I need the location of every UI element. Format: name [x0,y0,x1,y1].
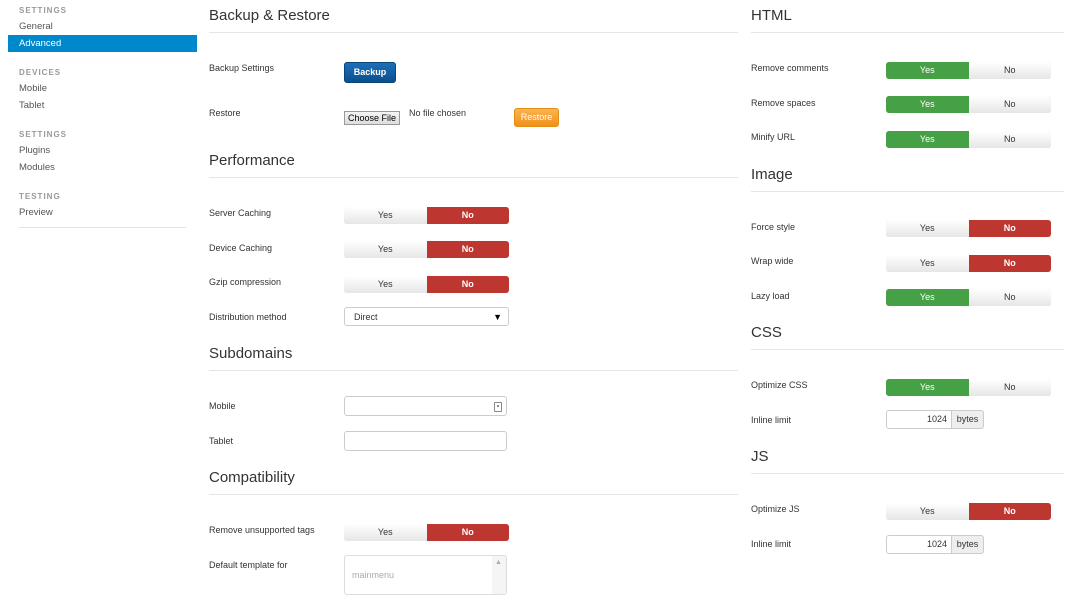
minify-url-yes[interactable]: Yes [886,131,969,148]
remove-spaces-label: Remove spaces [751,98,816,108]
restore-label: Restore [209,108,241,118]
wrap-wide-no[interactable]: No [968,255,1051,272]
js-inline-limit-label: Inline limit [751,539,792,549]
gzip-no[interactable]: No [426,276,509,293]
optimize-css-yes[interactable]: Yes [886,379,969,396]
subdomains-title: Subdomains [209,345,738,371]
force-style-no[interactable]: No [968,220,1051,237]
js-inline-limit-input[interactable]: 1024 [886,535,952,554]
remove-spaces-yes[interactable]: Yes [886,96,969,113]
mobile-subdomain-input[interactable] [344,396,507,416]
remove-tags-toggle: Yes No [344,524,509,541]
nav-header-settings: SETTINGS [19,6,68,15]
server-caching-yes[interactable]: Yes [344,207,427,224]
server-caching-label: Server Caching [209,208,272,218]
optimize-js-yes[interactable]: Yes [886,503,969,520]
remove-spaces-toggle: Yes No [886,96,1051,113]
remove-comments-label: Remove comments [751,63,829,73]
server-caching-no[interactable]: No [426,207,509,224]
sidebar-item-mobile[interactable]: Mobile [8,80,197,97]
default-template-select[interactable]: mainmenu ▲ [344,555,507,595]
force-style-yes[interactable]: Yes [886,220,969,237]
optimize-js-label: Optimize JS [751,504,800,514]
default-template-label: Default template for [209,560,288,570]
nav-header-testing: TESTING [19,192,61,201]
optimize-css-label: Optimize CSS [751,380,808,390]
remove-comments-yes[interactable]: Yes [886,62,969,79]
remove-tags-no[interactable]: No [426,524,509,541]
backup-restore-title: Backup & Restore [209,7,738,33]
restore-button[interactable]: Restore [514,108,559,127]
sidebar-item-preview[interactable]: Preview [8,204,197,221]
optimize-css-no[interactable]: No [968,379,1051,396]
backup-button[interactable]: Backup [344,62,396,83]
lazy-load-toggle: Yes No [886,289,1051,306]
optimize-js-no[interactable]: No [968,503,1051,520]
wrap-wide-yes[interactable]: Yes [886,255,969,272]
server-caching-toggle: Yes No [344,207,509,224]
optimize-css-toggle: Yes No [886,379,1051,396]
sidebar-item-general[interactable]: General [8,18,197,35]
tablet-subdomain-input[interactable] [344,431,507,451]
force-style-toggle: Yes No [886,220,1051,237]
device-caching-no[interactable]: No [426,241,509,258]
scroll-up-icon: ▲ [495,559,502,566]
gzip-toggle: Yes No [344,276,509,293]
html-title: HTML [751,7,1064,33]
css-title: CSS [751,324,1064,350]
compatibility-title: Compatibility [209,469,738,495]
choose-file-button[interactable]: Choose File [344,111,401,125]
distribution-method-select[interactable]: Direct ▼ [344,307,509,326]
lazy-load-no[interactable]: No [968,289,1051,306]
remove-spaces-no[interactable]: No [968,96,1051,113]
force-style-label: Force style [751,222,796,232]
device-caching-yes[interactable]: Yes [344,241,427,258]
scrollbar[interactable]: ▲ [492,556,506,594]
css-inline-limit-label: Inline limit [751,415,792,425]
gzip-yes[interactable]: Yes [344,276,427,293]
optimize-js-toggle: Yes No [886,503,1051,520]
image-title: Image [751,166,1064,192]
device-caching-toggle: Yes No [344,241,509,258]
dropdown-arrow-icon: ▼ [493,312,502,322]
nav-header-settings-2: SETTINGS [19,130,68,139]
nav-divider [19,227,186,228]
sidebar-item-modules[interactable]: Modules [8,159,197,176]
distribution-method-label: Distribution method [209,312,287,322]
css-inline-limit-input[interactable]: 1024 [886,410,952,429]
contact-card-icon [494,402,502,412]
distribution-method-value: Direct [354,312,378,322]
minify-url-no[interactable]: No [968,131,1051,148]
js-inline-limit-unit: bytes [952,535,984,554]
sidebar-item-advanced[interactable]: Advanced [8,35,197,52]
remove-comments-no[interactable]: No [968,62,1051,79]
sidebar-item-plugins[interactable]: Plugins [8,142,197,159]
minify-url-toggle: Yes No [886,131,1051,148]
js-title: JS [751,448,1064,474]
sidebar: SETTINGS General Advanced DEVICES Mobile… [8,0,197,228]
wrap-wide-toggle: Yes No [886,255,1051,272]
css-inline-limit-group: 1024 bytes [886,410,984,429]
sidebar-item-tablet[interactable]: Tablet [8,97,197,114]
remove-tags-label: Remove unsupported tags [209,525,315,535]
device-caching-label: Device Caching [209,243,273,253]
js-inline-limit-group: 1024 bytes [886,535,984,554]
backup-settings-label: Backup Settings [209,63,275,73]
mobile-subdomain-label: Mobile [209,401,236,411]
no-file-chosen-text: No file chosen [409,108,467,118]
css-inline-limit-unit: bytes [952,410,984,429]
lazy-load-label: Lazy load [751,291,790,301]
lazy-load-yes[interactable]: Yes [886,289,969,306]
performance-title: Performance [209,152,738,178]
remove-comments-toggle: Yes No [886,62,1051,79]
gzip-label: Gzip compression [209,277,282,287]
wrap-wide-label: Wrap wide [751,256,794,266]
nav-header-devices: DEVICES [19,68,62,77]
minify-url-label: Minify URL [751,132,796,142]
tablet-subdomain-label: Tablet [209,436,234,446]
remove-tags-yes[interactable]: Yes [344,524,427,541]
